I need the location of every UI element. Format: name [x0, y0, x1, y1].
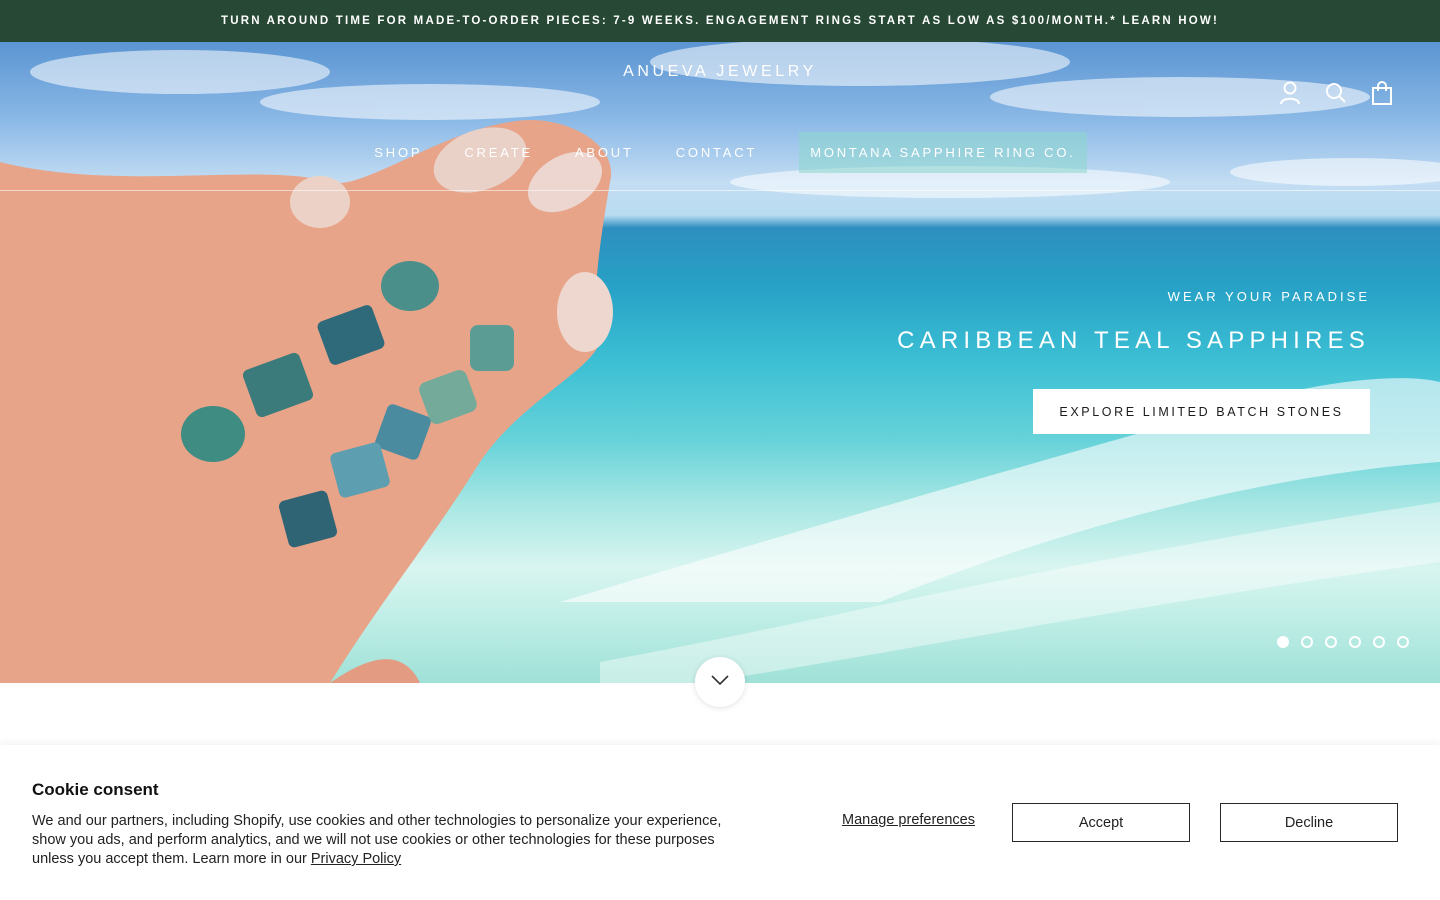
nav-item-about[interactable]: ABOUT — [554, 145, 655, 160]
slide-dot-3[interactable] — [1325, 636, 1337, 648]
slide-dot-2[interactable] — [1301, 636, 1313, 648]
privacy-policy-link[interactable]: Privacy Policy — [311, 851, 401, 867]
chevron-down-icon — [710, 673, 730, 691]
hero-eyebrow: WEAR YOUR PARADISE — [1167, 289, 1370, 304]
explore-stones-button[interactable]: EXPLORE LIMITED BATCH STONES — [1033, 389, 1370, 434]
slide-dot-4[interactable] — [1349, 636, 1361, 648]
announcement-text[interactable]: TURN AROUND TIME FOR MADE-TO-ORDER PIECE… — [221, 15, 1219, 27]
nav-item-montana-sapphire[interactable]: MONTANA SAPPHIRE RING CO. — [799, 131, 1087, 173]
manage-preferences-link[interactable]: Manage preferences — [842, 812, 975, 828]
slide-dots — [1277, 636, 1409, 648]
nav-item-contact[interactable]: CONTACT — [655, 145, 778, 160]
search-icon[interactable] — [1324, 80, 1348, 106]
nav-item-shop[interactable]: SHOP — [353, 145, 443, 160]
decline-button[interactable]: Decline — [1220, 803, 1398, 842]
nav-item-create[interactable]: CREATE — [443, 145, 554, 160]
header-divider — [0, 190, 1440, 191]
main-nav: SHOP CREATE ABOUT CONTACT MONTANA SAPPHI… — [0, 130, 1440, 174]
site-logo[interactable]: ANUEVA JEWELRY — [0, 63, 1440, 81]
scroll-down-button[interactable] — [695, 657, 745, 707]
header-icons — [1278, 80, 1394, 106]
announcement-bar[interactable]: TURN AROUND TIME FOR MADE-TO-ORDER PIECE… — [0, 0, 1440, 42]
cookie-consent-banner: Cookie consent We and our partners, incl… — [0, 745, 1440, 900]
account-icon[interactable] — [1278, 80, 1302, 106]
slide-dot-6[interactable] — [1397, 636, 1409, 648]
slide-dot-1[interactable] — [1277, 636, 1289, 648]
cookie-title: Cookie consent — [32, 780, 159, 799]
hero-text-block: WEAR YOUR PARADISE CARIBBEAN TEAL SAPPHI… — [897, 289, 1370, 355]
cart-icon[interactable] — [1370, 80, 1394, 106]
slide-dot-5[interactable] — [1373, 636, 1385, 648]
cookie-body: We and our partners, including Shopify, … — [32, 812, 752, 869]
accept-button[interactable]: Accept — [1012, 803, 1190, 842]
hero-title: CARIBBEAN TEAL SAPPHIRES — [897, 327, 1370, 354]
hero-slideshow: ANUEVA JEWELRY SHOP CREATE ABOUT CONTACT… — [0, 42, 1440, 683]
